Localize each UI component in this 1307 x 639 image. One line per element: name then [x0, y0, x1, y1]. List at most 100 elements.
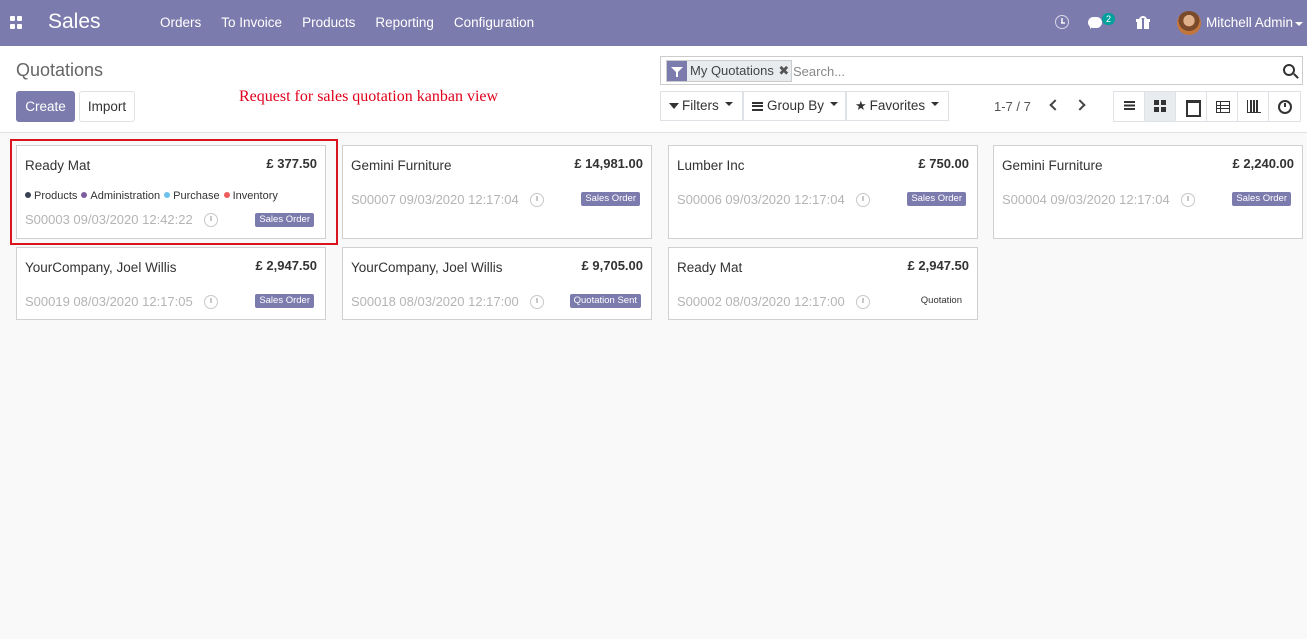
card-reference: S00018 08/03/2020 12:17:00	[351, 294, 519, 309]
tag-item: Administration	[81, 190, 160, 202]
activity-clock-icon[interactable]	[1181, 193, 1195, 207]
card-partner: YourCompany, Joel Willis	[25, 260, 177, 275]
activity-clock-icon[interactable]	[1055, 15, 1069, 29]
filters-label: Filters	[682, 98, 719, 113]
card-reference: S00006 09/03/2020 12:17:04	[677, 192, 845, 207]
menu-configuration[interactable]: Configuration	[444, 0, 544, 46]
search-facet: My Quotations ✖	[666, 60, 792, 82]
favorites-dropdown[interactable]: ★ Favorites	[846, 91, 949, 121]
apps-menu-icon[interactable]	[10, 16, 23, 29]
control-panel: Quotations Create Import Request for sal…	[0, 46, 1307, 133]
activity-clock-icon[interactable]	[204, 295, 218, 309]
filter-facet-icon	[667, 61, 687, 81]
activity-clock-icon[interactable]	[856, 295, 870, 309]
card-amount: £ 2,947.50	[907, 258, 969, 273]
card-reference: S00019 08/03/2020 12:17:05	[25, 294, 193, 309]
pager-next-icon[interactable]	[1074, 99, 1086, 111]
activity-clock-icon[interactable]	[856, 193, 870, 207]
kanban-card[interactable]: Gemini Furniture £ 14,981.00 S00007 09/0…	[342, 145, 652, 239]
card-partner: Gemini Furniture	[351, 158, 452, 173]
pivot-view-icon[interactable]	[1207, 92, 1238, 121]
menu-to-invoice[interactable]: To Invoice	[211, 0, 292, 46]
tag-dot	[25, 192, 31, 199]
card-partner: YourCompany, Joel Willis	[351, 260, 503, 275]
card-amount: £ 14,981.00	[574, 156, 643, 171]
activity-view-icon[interactable]	[1269, 92, 1300, 121]
breadcrumb: Quotations	[16, 60, 104, 80]
card-amount: £ 2,947.50	[255, 258, 317, 273]
activity-clock-icon[interactable]	[530, 295, 544, 309]
messaging-icon[interactable]	[1088, 17, 1102, 29]
user-menu-name[interactable]: Mitchell Admin	[1206, 15, 1293, 30]
annotation-caption: Request for sales quotation kanban view	[239, 88, 499, 105]
activity-clock-icon[interactable]	[204, 213, 218, 227]
menu-orders[interactable]: Orders	[150, 0, 211, 46]
groupby-dropdown[interactable]: Group By	[743, 91, 846, 121]
groupby-label: Group By	[767, 98, 825, 113]
status-badge: Quotation	[920, 295, 962, 306]
favorites-label: Favorites	[869, 98, 926, 113]
kanban-card[interactable]: YourCompany, Joel Willis £ 9,705.00 S000…	[342, 247, 652, 320]
view-switcher	[1113, 91, 1301, 122]
menu-reporting[interactable]: Reporting	[365, 0, 444, 46]
caret-down-icon	[931, 102, 940, 107]
status-badge: Sales Order	[255, 213, 314, 227]
kanban-card[interactable]: Ready Mat £ 377.50 Products Administrati…	[16, 145, 326, 239]
card-partner: Ready Mat	[25, 158, 91, 173]
status-badge: Quotation Sent	[569, 294, 641, 308]
status-badge: Sales Order	[907, 192, 966, 206]
card-reference: S00004 09/03/2020 12:17:04	[1002, 192, 1170, 207]
pager-value[interactable]: 1-7 / 7	[994, 99, 1031, 114]
star-icon: ★	[855, 98, 867, 113]
group-by-icon	[752, 101, 763, 111]
caret-down-icon	[724, 102, 733, 107]
user-menu-caret-icon[interactable]	[1295, 22, 1303, 26]
card-amount: £ 377.50	[266, 156, 317, 171]
tag-item: Purchase	[164, 190, 220, 202]
list-view-icon[interactable]	[1114, 92, 1145, 121]
status-badge: Sales Order	[1232, 192, 1291, 206]
calendar-view-icon[interactable]	[1176, 92, 1207, 121]
app-title[interactable]: Sales	[48, 10, 101, 34]
create-button[interactable]: Create	[16, 91, 75, 122]
card-partner: Ready Mat	[677, 260, 743, 275]
message-count-badge: 2	[1102, 13, 1116, 25]
search-input[interactable]	[793, 61, 1273, 81]
search-icon[interactable]	[1283, 64, 1295, 76]
card-amount: £ 9,705.00	[581, 258, 643, 273]
card-reference: S00007 09/03/2020 12:17:04	[351, 192, 519, 207]
top-navbar: Sales Orders To Invoice Products Reporti…	[0, 0, 1307, 46]
tag-dot	[81, 192, 88, 199]
facet-remove-icon[interactable]: ✖	[777, 61, 791, 81]
import-button[interactable]: Import	[79, 91, 135, 122]
tag-dot	[223, 192, 230, 199]
kanban-card[interactable]: Lumber Inc £ 750.00 S00006 09/03/2020 12…	[668, 145, 978, 239]
card-reference: S00003 09/03/2020 12:42:22	[25, 212, 193, 227]
filters-dropdown[interactable]: Filters	[660, 91, 743, 121]
tag-item: Products	[25, 190, 77, 202]
status-badge: Sales Order	[255, 294, 314, 308]
gift-icon[interactable]	[1136, 16, 1150, 29]
kanban-view-icon[interactable]	[1145, 92, 1176, 121]
status-badge: Sales Order	[581, 192, 640, 206]
kanban-card[interactable]: Ready Mat £ 2,947.50 S00002 08/03/2020 1…	[668, 247, 978, 320]
user-avatar[interactable]	[1177, 11, 1201, 35]
card-reference: S00002 08/03/2020 12:17:00	[677, 294, 845, 309]
card-partner: Lumber Inc	[677, 158, 745, 173]
caret-down-icon	[830, 102, 839, 107]
graph-view-icon[interactable]	[1238, 92, 1269, 121]
filter-icon	[669, 103, 679, 109]
kanban-card[interactable]: YourCompany, Joel Willis £ 2,947.50 S000…	[16, 247, 326, 320]
kanban-card[interactable]: Gemini Furniture £ 2,240.00 S00004 09/03…	[993, 145, 1303, 239]
tag-item: Inventory	[223, 190, 278, 202]
facet-label: My Quotations	[690, 63, 774, 78]
activity-clock-icon[interactable]	[530, 193, 544, 207]
tag-dot	[164, 192, 171, 199]
menu-products[interactable]: Products	[292, 0, 365, 46]
pager-previous-icon[interactable]	[1049, 99, 1061, 111]
card-amount: £ 2,240.00	[1232, 156, 1294, 171]
card-tags: Products Administration Purchase Invento…	[25, 190, 278, 202]
card-amount: £ 750.00	[918, 156, 969, 171]
main-menu: Orders To Invoice Products Reporting Con…	[150, 0, 544, 46]
search-bar[interactable]: My Quotations ✖	[660, 56, 1303, 85]
